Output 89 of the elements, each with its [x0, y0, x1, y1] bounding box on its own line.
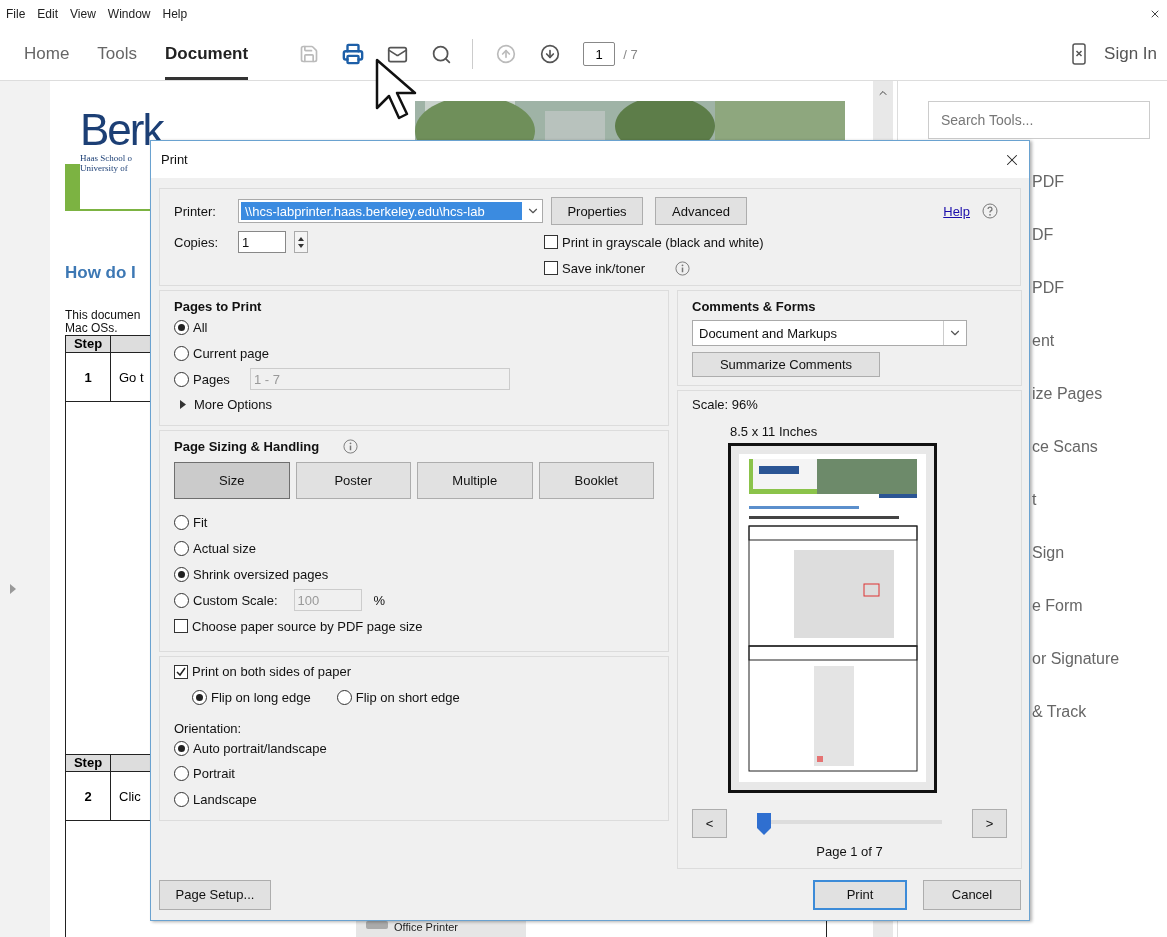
menu-item[interactable]: View [70, 7, 96, 21]
properties-button[interactable]: Properties [551, 197, 643, 225]
radio-button[interactable] [174, 371, 189, 387]
table-cell: 1 [66, 353, 111, 402]
section-title: Pages to Print [174, 299, 262, 314]
document-heading: How do I [65, 263, 136, 283]
page-number-field[interactable]: 1 [583, 42, 616, 66]
search-tools-field[interactable]: Search Tools... [928, 101, 1150, 139]
phone-icon[interactable] [1072, 43, 1087, 65]
tab[interactable]: Home [24, 28, 70, 80]
checkbox[interactable] [544, 261, 558, 275]
page-setup-button[interactable]: Page Setup... [159, 879, 271, 910]
section-title: Comments & Forms [692, 299, 816, 314]
radio-label: Auto portrait/landscape [193, 740, 327, 756]
dialog-title: Print [161, 152, 188, 167]
previous-page-button[interactable]: < [692, 809, 727, 838]
radio-button[interactable] [174, 740, 189, 756]
menu-item[interactable]: Edit [37, 7, 59, 21]
radio-label: Actual size [193, 540, 256, 556]
menu-item[interactable]: File [6, 7, 26, 21]
advanced-button[interactable]: Advanced [655, 197, 747, 225]
close-icon[interactable] [1149, 8, 1161, 20]
sizing-mode-button[interactable]: Booklet [538, 462, 654, 499]
copies-label: Copies: [174, 234, 220, 250]
expand-arrow-icon[interactable] [180, 400, 186, 409]
radio-label: Landscape [193, 791, 257, 807]
checkbox[interactable] [544, 235, 558, 249]
checkbox-label: Save ink/toner [562, 260, 646, 276]
copies-field[interactable]: 1 [238, 231, 286, 253]
page-counter: Page 1 of 7 [816, 844, 883, 859]
next-page-button[interactable]: > [972, 809, 1007, 838]
logo-subtitle: Haas School o [80, 153, 132, 163]
radio-button[interactable] [174, 514, 189, 530]
search-icon[interactable] [430, 43, 452, 65]
paper-size-text: 8.5 x 11 Inches [730, 424, 818, 439]
radio-label: All [193, 319, 208, 335]
radio-label: Portrait [193, 766, 235, 782]
help-icon[interactable] [982, 203, 998, 219]
section-title: Page Sizing & Handling [174, 439, 320, 454]
document-text: This documen [65, 309, 141, 322]
page-total: / 7 [623, 46, 638, 62]
printer-name: Office Printer [394, 921, 458, 933]
summarize-comments-button[interactable]: Summarize Comments [692, 352, 880, 377]
menu-item[interactable]: Help [162, 7, 188, 21]
checkbox[interactable] [174, 664, 188, 679]
table-header: Step [66, 336, 111, 353]
percent-sign: % [373, 592, 386, 608]
radio-button[interactable] [174, 540, 189, 556]
sizing-mode-button[interactable]: Multiple [417, 462, 533, 499]
sizing-mode-button[interactable]: Size [174, 462, 290, 499]
tab[interactable]: Tools [97, 28, 138, 80]
checkbox[interactable] [174, 619, 188, 633]
spinner[interactable] [294, 231, 308, 253]
sizing-mode-button[interactable]: Poster [295, 462, 411, 499]
info-icon[interactable] [675, 260, 691, 276]
logo-subtitle: University of [80, 163, 128, 173]
radio-label: Fit [193, 514, 208, 530]
radio-button[interactable] [174, 766, 189, 782]
radio-button[interactable] [336, 690, 352, 705]
radio-label: Pages [193, 371, 230, 387]
radio-label: Custom Scale: [193, 592, 278, 608]
checkbox-label: Choose paper source by PDF page size [192, 618, 423, 634]
orientation-label: Orientation: [174, 720, 242, 736]
printer-label: Printer: [174, 203, 217, 219]
arrow-down-icon[interactable] [540, 44, 561, 64]
slider-thumb[interactable] [757, 812, 771, 835]
comments-select[interactable]: Document and Markups [692, 320, 967, 346]
help-link[interactable]: Help [943, 203, 970, 219]
radio-label: Shrink oversized pages [193, 566, 329, 582]
info-icon[interactable] [343, 439, 359, 454]
radio-button[interactable] [174, 791, 189, 807]
radio-label: Flip on long edge [211, 690, 311, 705]
cancel-button[interactable]: Cancel [923, 879, 1021, 910]
radio-button[interactable] [174, 592, 189, 608]
radio-button[interactable] [174, 345, 189, 361]
checkbox-label: Print on both sides of paper [192, 664, 351, 680]
radio-label: Flip on short edge [355, 690, 460, 705]
checkbox-label: Print in grayscale (black and white) [562, 234, 764, 250]
logo-text: Berk [80, 107, 163, 153]
menu-item[interactable]: Window [107, 7, 151, 21]
print-button[interactable]: Print [813, 879, 907, 910]
document-text: Mac OSs. [65, 322, 118, 335]
sign-in-link[interactable]: Sign In [1104, 44, 1157, 64]
printer-select[interactable]: \\hcs-labprinter.haas.berkeley.edu\hcs-lab [238, 199, 543, 223]
table-cell: 2 [66, 772, 111, 821]
radio-button[interactable] [192, 690, 207, 705]
radio-button[interactable] [174, 319, 189, 335]
table-header: Step [66, 755, 111, 772]
radio-button[interactable] [174, 566, 189, 582]
